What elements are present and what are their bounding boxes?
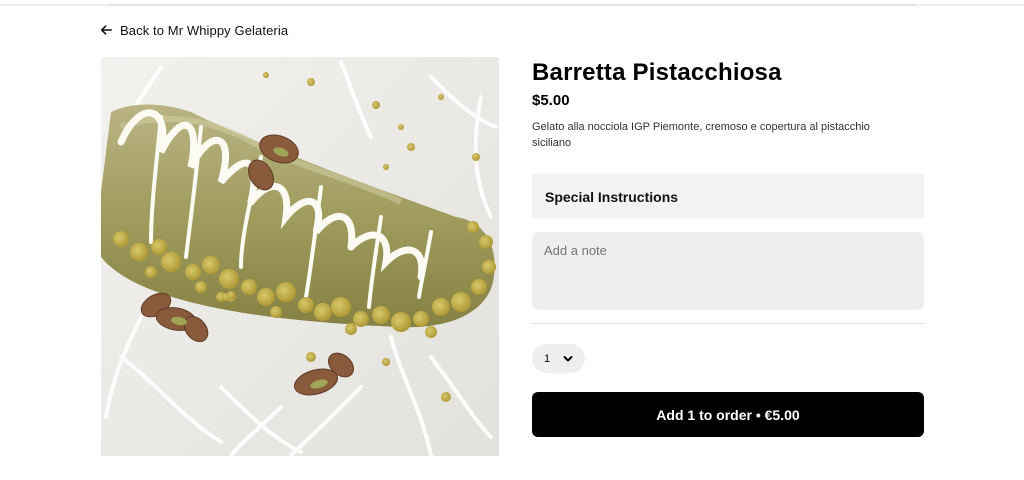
product-image	[101, 57, 499, 456]
back-link[interactable]: Back to Mr Whippy Gelateria	[100, 20, 288, 40]
special-instructions-header: Special Instructions	[532, 174, 924, 219]
product-title: Barretta Pistacchiosa	[532, 59, 782, 86]
product-price: $5.00	[532, 92, 570, 109]
product-description: Gelato alla nocciola IGP Piemonte, cremo…	[532, 121, 870, 149]
back-link-label: Back to Mr Whippy Gelateria	[120, 22, 289, 38]
top-divider-accent	[110, 4, 915, 6]
add-to-order-label: Add 1 to order • €5.00	[656, 406, 800, 423]
section-divider	[532, 323, 924, 324]
add-note-input[interactable]	[532, 232, 924, 310]
special-instructions-title: Special Instructions	[545, 188, 679, 205]
arrow-left-icon	[100, 24, 112, 36]
top-divider	[0, 4, 1024, 6]
quantity-value: 1	[544, 352, 551, 365]
quantity-select[interactable]: 1	[532, 344, 585, 373]
chevron-down-icon	[563, 350, 573, 368]
add-to-order-button[interactable]: Add 1 to order • €5.00	[532, 392, 924, 437]
